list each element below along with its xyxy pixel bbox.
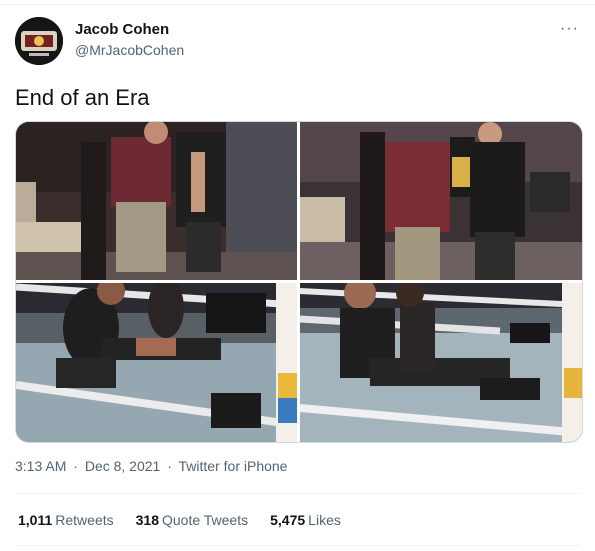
tweet-stats: 1,011 Retweets 318 Quote Tweets 5,475 Likes	[18, 512, 341, 528]
divider	[15, 493, 580, 494]
handle[interactable]: @MrJacobCohen	[75, 42, 184, 58]
tweet-text: End of an Era	[15, 85, 150, 110]
tweet: Jacob Cohen @MrJacobCohen ··· End of an …	[0, 0, 595, 551]
separator-dot: ·	[73, 458, 78, 474]
divider	[15, 545, 580, 546]
photo-2[interactable]	[300, 122, 582, 280]
likes-count: 5,475	[270, 512, 306, 528]
photo-1[interactable]	[16, 122, 297, 280]
display-name[interactable]: Jacob Cohen	[75, 21, 169, 38]
retweets-count: 1,011	[18, 512, 53, 528]
quote-tweets-stat[interactable]: 318 Quote Tweets	[136, 512, 249, 528]
photo-3[interactable]	[16, 283, 297, 442]
avatar[interactable]	[15, 17, 63, 65]
top-divider	[0, 4, 595, 5]
quote-tweets-count: 318	[135, 512, 159, 528]
separator-dot: ·	[167, 458, 172, 474]
retweets-stat[interactable]: 1,011 Retweets	[18, 512, 114, 528]
tweet-date[interactable]: Dec 8, 2021	[85, 458, 161, 474]
likes-stat[interactable]: 5,475 Likes	[270, 512, 341, 528]
tweet-source[interactable]: Twitter for iPhone	[179, 458, 288, 474]
avatar-image	[15, 17, 63, 65]
quote-tweets-label: Quote Tweets	[161, 512, 249, 528]
more-options-icon[interactable]: ···	[560, 20, 579, 38]
photo-4[interactable]	[300, 283, 582, 442]
media-grid	[15, 121, 583, 443]
tweet-time[interactable]: 3:13 AM	[15, 458, 66, 474]
tweet-metadata: 3:13 AM · Dec 8, 2021 · Twitter for iPho…	[15, 458, 290, 474]
likes-label: Likes	[308, 512, 341, 528]
retweets-label: Retweets	[55, 512, 114, 528]
